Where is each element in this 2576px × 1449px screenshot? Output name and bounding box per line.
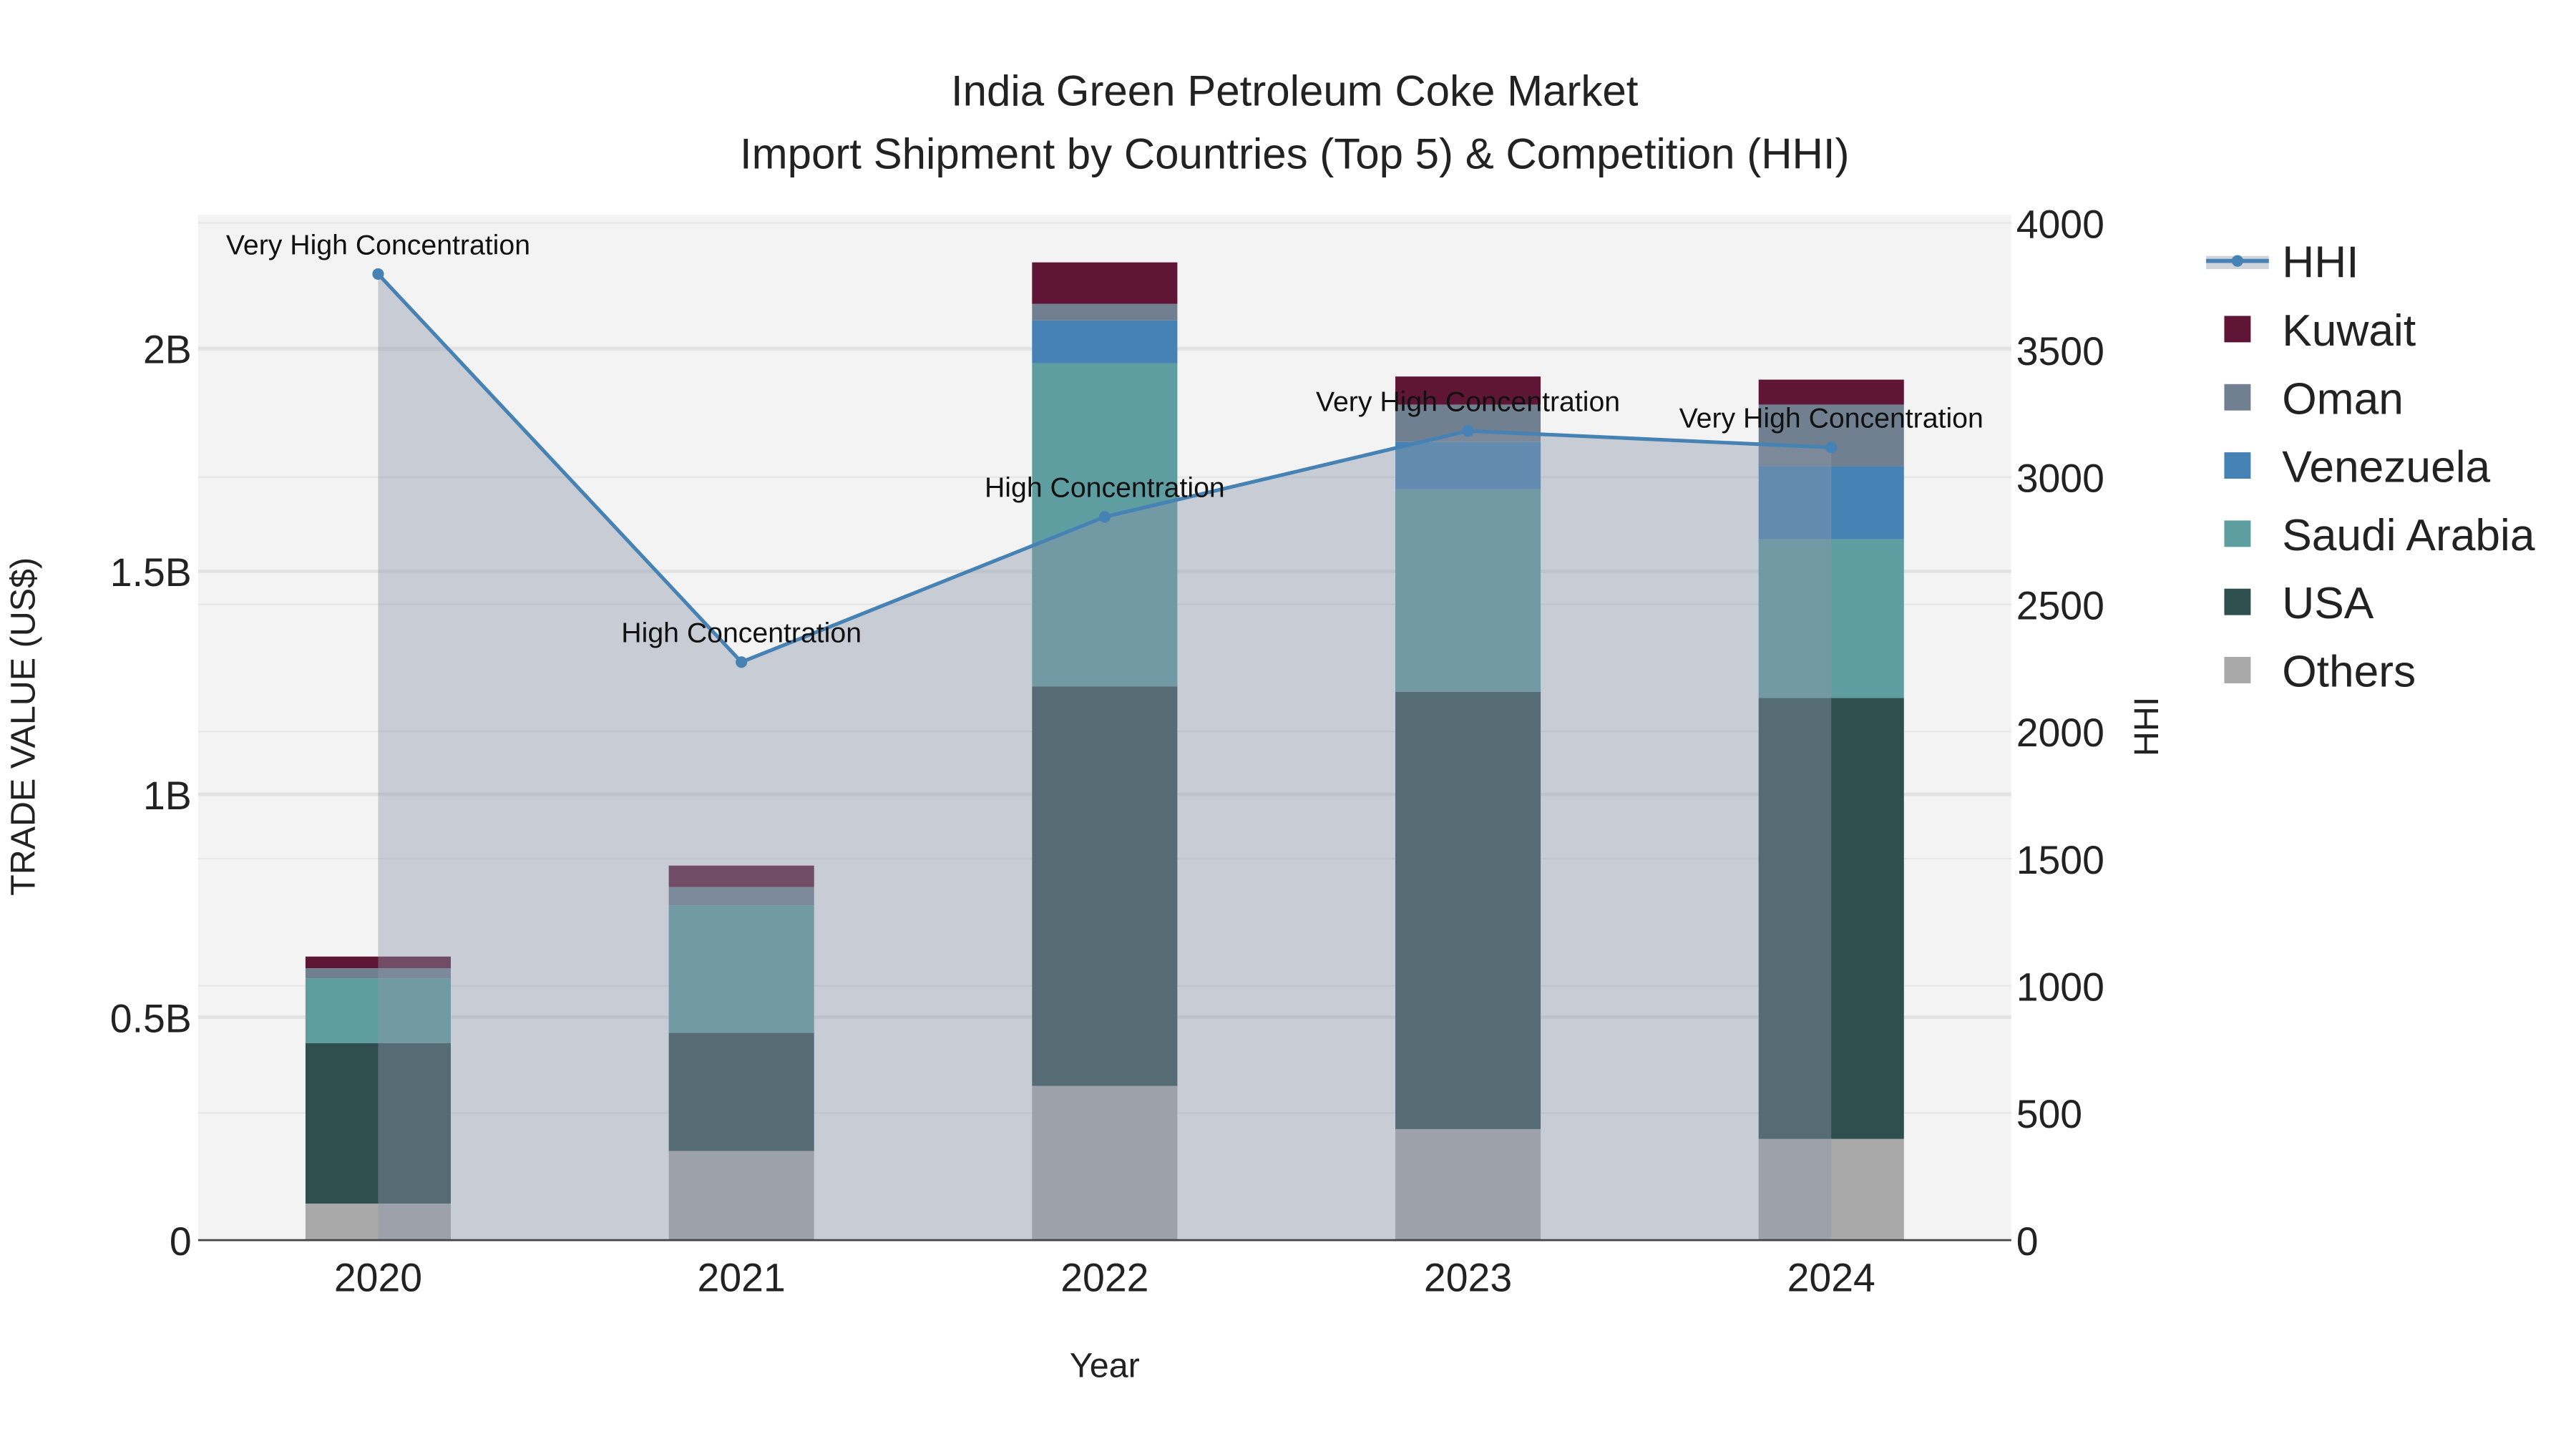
bar-kuwait [1758, 379, 1904, 405]
legend-item: Others [2224, 648, 2416, 697]
x-tick-label: 2020 [334, 1256, 422, 1300]
chart: Very High Concentration High Concentratio… [4, 67, 2535, 1385]
legend-label: Oman [2282, 374, 2404, 424]
legend-swatch [2224, 452, 2251, 479]
legend-label: HHI [2282, 238, 2358, 288]
hhi-point [1825, 441, 1838, 454]
y2-tick-label: 2000 [2016, 711, 2104, 755]
legend-item: Venezuela [2224, 443, 2491, 492]
legend-label: Kuwait [2282, 306, 2416, 356]
legend-label: Others [2282, 648, 2416, 697]
y2-tick-label: 0 [2016, 1219, 2039, 1264]
hhi-point [1462, 425, 1474, 437]
bar-kuwait [1032, 262, 1178, 304]
y2-tick-label: 500 [2016, 1092, 2082, 1136]
y-tick-label: 0 [170, 1219, 192, 1264]
hhi-annotation: Very High Concentration [1679, 403, 1984, 434]
y-tick-label: 1B [143, 774, 192, 818]
y-tick-label: 0.5B [110, 996, 192, 1040]
x-tick-label: 2022 [1060, 1256, 1148, 1300]
legend: HHI Kuwait Oman Venezuela Saudi Arabia USA Oth… [2206, 238, 2535, 697]
y2-tick-label: 1500 [2016, 838, 2104, 882]
legend-swatch [2224, 384, 2251, 411]
x-tick-label: 2023 [1424, 1256, 1512, 1300]
hhi-point [372, 268, 384, 280]
legend-swatch [2224, 657, 2251, 683]
bar-venezuela [1032, 320, 1178, 364]
chart-title: India Green Petroleum Coke Market [951, 67, 1639, 115]
y-tick-label: 1.5B [110, 550, 192, 595]
x-axis-title: Year [1070, 1347, 1140, 1385]
hhi-point [1098, 511, 1111, 523]
bar-oman [1032, 303, 1178, 321]
hhi-annotation: Very High Concentration [226, 229, 530, 260]
y2-tick-label: 1000 [2016, 965, 2104, 1009]
x-tick-label: 2024 [1787, 1256, 1875, 1300]
legend-label: Venezuela [2282, 443, 2490, 492]
y2-axis-title: HHI [2127, 697, 2166, 756]
hhi-annotation: High Concentration [621, 618, 862, 649]
y2-tick-label: 4000 [2016, 202, 2104, 246]
legend-swatch [2224, 588, 2251, 615]
y-tick-label: 2B [143, 328, 192, 372]
hhi-annotation: Very High Concentration [1316, 386, 1620, 418]
legend-swatch [2224, 520, 2251, 547]
x-tick-label: 2021 [698, 1256, 786, 1300]
y2-tick-label: 3000 [2016, 457, 2104, 501]
y2-tick-label: 2500 [2016, 583, 2104, 628]
legend-item: Saudi Arabia [2224, 511, 2535, 560]
legend-item: Kuwait [2224, 306, 2416, 356]
legend-item: HHI [2206, 238, 2359, 288]
hhi-annotation: High Concentration [985, 472, 1225, 504]
legend-label: Saudi Arabia [2282, 511, 2535, 560]
y-axis-title: TRADE VALUE (US$) [4, 557, 42, 896]
y2-tick-label: 3500 [2016, 329, 2104, 374]
hhi-point [736, 656, 748, 668]
legend-item: Oman [2224, 374, 2404, 424]
chart-subtitle: Import Shipment by Countries (Top 5) & C… [740, 130, 1850, 177]
legend-label: USA [2282, 579, 2374, 628]
legend-item: USA [2224, 579, 2374, 628]
legend-swatch [2224, 316, 2251, 343]
legend-swatch [2231, 255, 2243, 267]
